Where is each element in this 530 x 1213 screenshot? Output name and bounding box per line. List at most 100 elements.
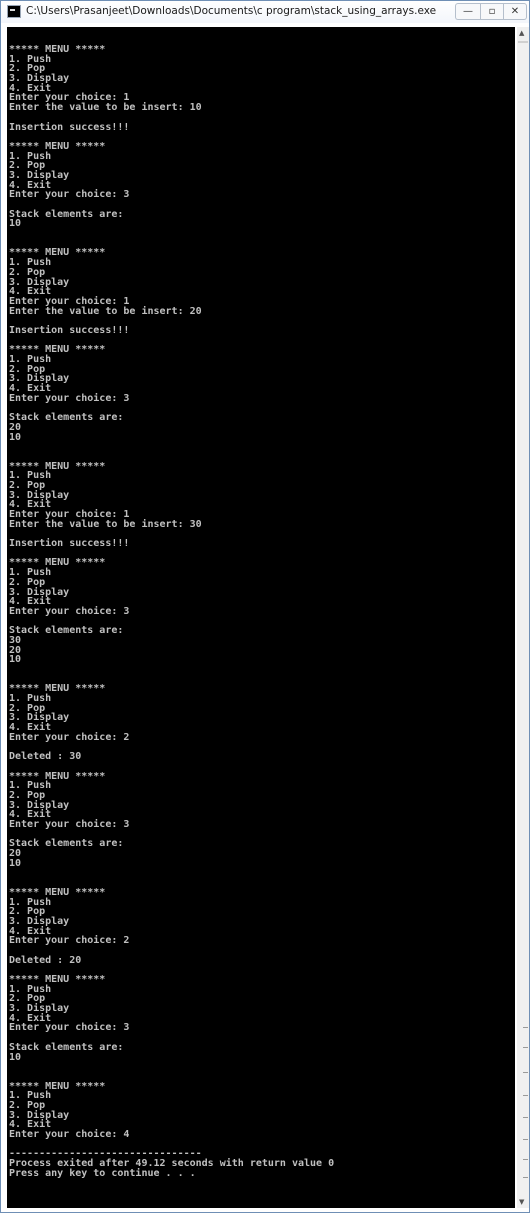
console-line: Enter your choice: 3 — [9, 1022, 130, 1034]
console-line: 3. Display — [9, 489, 70, 501]
title-bar[interactable]: C:\Users\Prasanjeet\Downloads\Documents\… — [1, 1, 529, 23]
console-line: 2. Pop — [9, 576, 46, 588]
scroll-tick — [523, 1117, 528, 1118]
console-output-area[interactable]: ***** MENU ***** 1. Push 2. Pop 3. Display 4… — [7, 27, 515, 1208]
console-line: ***** MENU ***** — [9, 247, 106, 259]
scroll-tick — [523, 1159, 528, 1160]
console-line: 3. Display — [9, 373, 70, 385]
console-line: 1. Push — [9, 896, 52, 908]
console-line: 2. Pop — [9, 160, 46, 172]
scroll-down-arrow-icon[interactable]: ▼ — [519, 1198, 524, 1206]
console-line: ***** MENU ***** — [9, 344, 106, 356]
console-line: ***** MENU ***** — [9, 44, 106, 55]
console-line: Enter your choice: 2 — [9, 731, 130, 743]
console-line: Press any key to continue . . . — [9, 1167, 196, 1179]
scroll-tick — [523, 1095, 528, 1096]
scroll-tick — [523, 1047, 528, 1048]
window-title: C:\Users\Prasanjeet\Downloads\Documents\… — [26, 5, 437, 17]
console-line: Deleted : 30 — [9, 751, 82, 763]
scroll-tick — [523, 1139, 528, 1140]
console-line: 1. Push — [9, 354, 52, 365]
console-line: ***** MENU ***** — [9, 683, 106, 695]
scroll-tick — [523, 1072, 528, 1073]
console-line: Enter your choice: 3 — [9, 605, 130, 617]
scroll-tick — [523, 1027, 528, 1028]
console-line: 3. Display — [9, 276, 70, 288]
console-line: ***** MENU ***** — [9, 886, 106, 898]
console-line: 3. Display — [9, 799, 70, 811]
vertical-scrollbar[interactable]: ▲ ▼ — [517, 27, 529, 1208]
console-line: 2. Pop — [9, 1099, 46, 1111]
console-line: Enter your choice: 4 — [9, 1129, 130, 1140]
console-line: Enter your choice: 3 — [9, 392, 130, 404]
console-line: 2. Pop — [9, 906, 46, 918]
console-line: 2. Pop — [9, 479, 46, 491]
console-line: 10 — [9, 218, 22, 230]
close-button[interactable]: ✕ — [504, 3, 527, 20]
console-line: 20 — [9, 848, 22, 860]
console-line: Enter your choice: 2 — [9, 935, 130, 947]
console-line: ***** MENU ***** — [9, 557, 106, 569]
console-line: Enter the value to be insert: 10 — [9, 102, 202, 114]
console-line: 1. Push — [9, 983, 52, 995]
console-line: 2. Pop — [9, 363, 46, 375]
console-line: 1. Push — [9, 1090, 52, 1102]
console-line: ***** MENU ***** — [9, 974, 106, 985]
console-line: 10 — [9, 654, 22, 666]
console-line: Stack elements are: — [9, 1041, 124, 1053]
console-line: ***** MENU ***** — [9, 140, 106, 152]
console-line: 1. Push — [9, 53, 52, 65]
console-line: 3. Display — [9, 586, 70, 598]
console-line: Enter your choice: 3 — [9, 189, 130, 201]
console-line: 10 — [9, 1051, 22, 1063]
console-line: 20 — [9, 421, 22, 433]
console-line: Enter your choice: 3 — [9, 819, 130, 830]
console-line: 1. Push — [9, 257, 52, 269]
console-line: Enter the value to be insert: 20 — [9, 305, 202, 317]
console-line: 10 — [9, 857, 22, 869]
console-line: Stack elements are: — [9, 208, 124, 220]
console-line: 1. Push — [9, 150, 52, 162]
console-line: 2. Pop — [9, 63, 46, 75]
console-line: 1. Push — [9, 693, 52, 705]
console-line: Stack elements are: — [9, 412, 124, 424]
console-line: 3. Display — [9, 712, 70, 724]
console-line: 3. Display — [9, 915, 70, 927]
console-line: Stack elements are: — [9, 625, 124, 637]
console-line: Deleted : 20 — [9, 954, 82, 966]
console-line: 3. Display — [9, 73, 70, 85]
console-line: ***** MENU ***** — [9, 1080, 106, 1092]
console-line: 3. Display — [9, 169, 70, 181]
minimize-button[interactable]: — — [455, 3, 480, 20]
console-line: Insertion success!!! — [9, 538, 130, 550]
console-window: C:\Users\Prasanjeet\Downloads\Documents\… — [0, 0, 530, 1213]
console-line: ***** MENU ***** — [9, 460, 106, 472]
console-line: 2. Pop — [9, 702, 46, 714]
console-line: 3. Display — [9, 1003, 70, 1015]
console-line: 1. Push — [9, 780, 52, 792]
console-line: 1. Push — [9, 470, 52, 482]
console-line: 10 — [9, 431, 22, 443]
console-line: 30 — [9, 634, 22, 646]
scroll-tick — [523, 1177, 528, 1178]
console-line: 3. Display — [9, 1109, 70, 1121]
scroll-thumb[interactable] — [518, 41, 528, 43]
console-line: ***** MENU ***** — [9, 770, 106, 782]
console-line: 20 — [9, 644, 22, 656]
console-line: 2. Pop — [9, 266, 46, 278]
console-line: Insertion success!!! — [9, 324, 130, 336]
console-text: ***** MENU ***** 1. Push 2. Pop 3. Display 4… — [7, 27, 515, 1178]
console-line: Stack elements are: — [9, 838, 124, 850]
console-line: 2. Pop — [9, 993, 46, 1005]
console-line: 2. Pop — [9, 789, 46, 801]
console-line: Enter the value to be insert: 30 — [9, 518, 202, 530]
maximize-button[interactable]: ▫ — [480, 3, 504, 20]
scroll-up-arrow-icon[interactable]: ▲ — [519, 29, 524, 37]
